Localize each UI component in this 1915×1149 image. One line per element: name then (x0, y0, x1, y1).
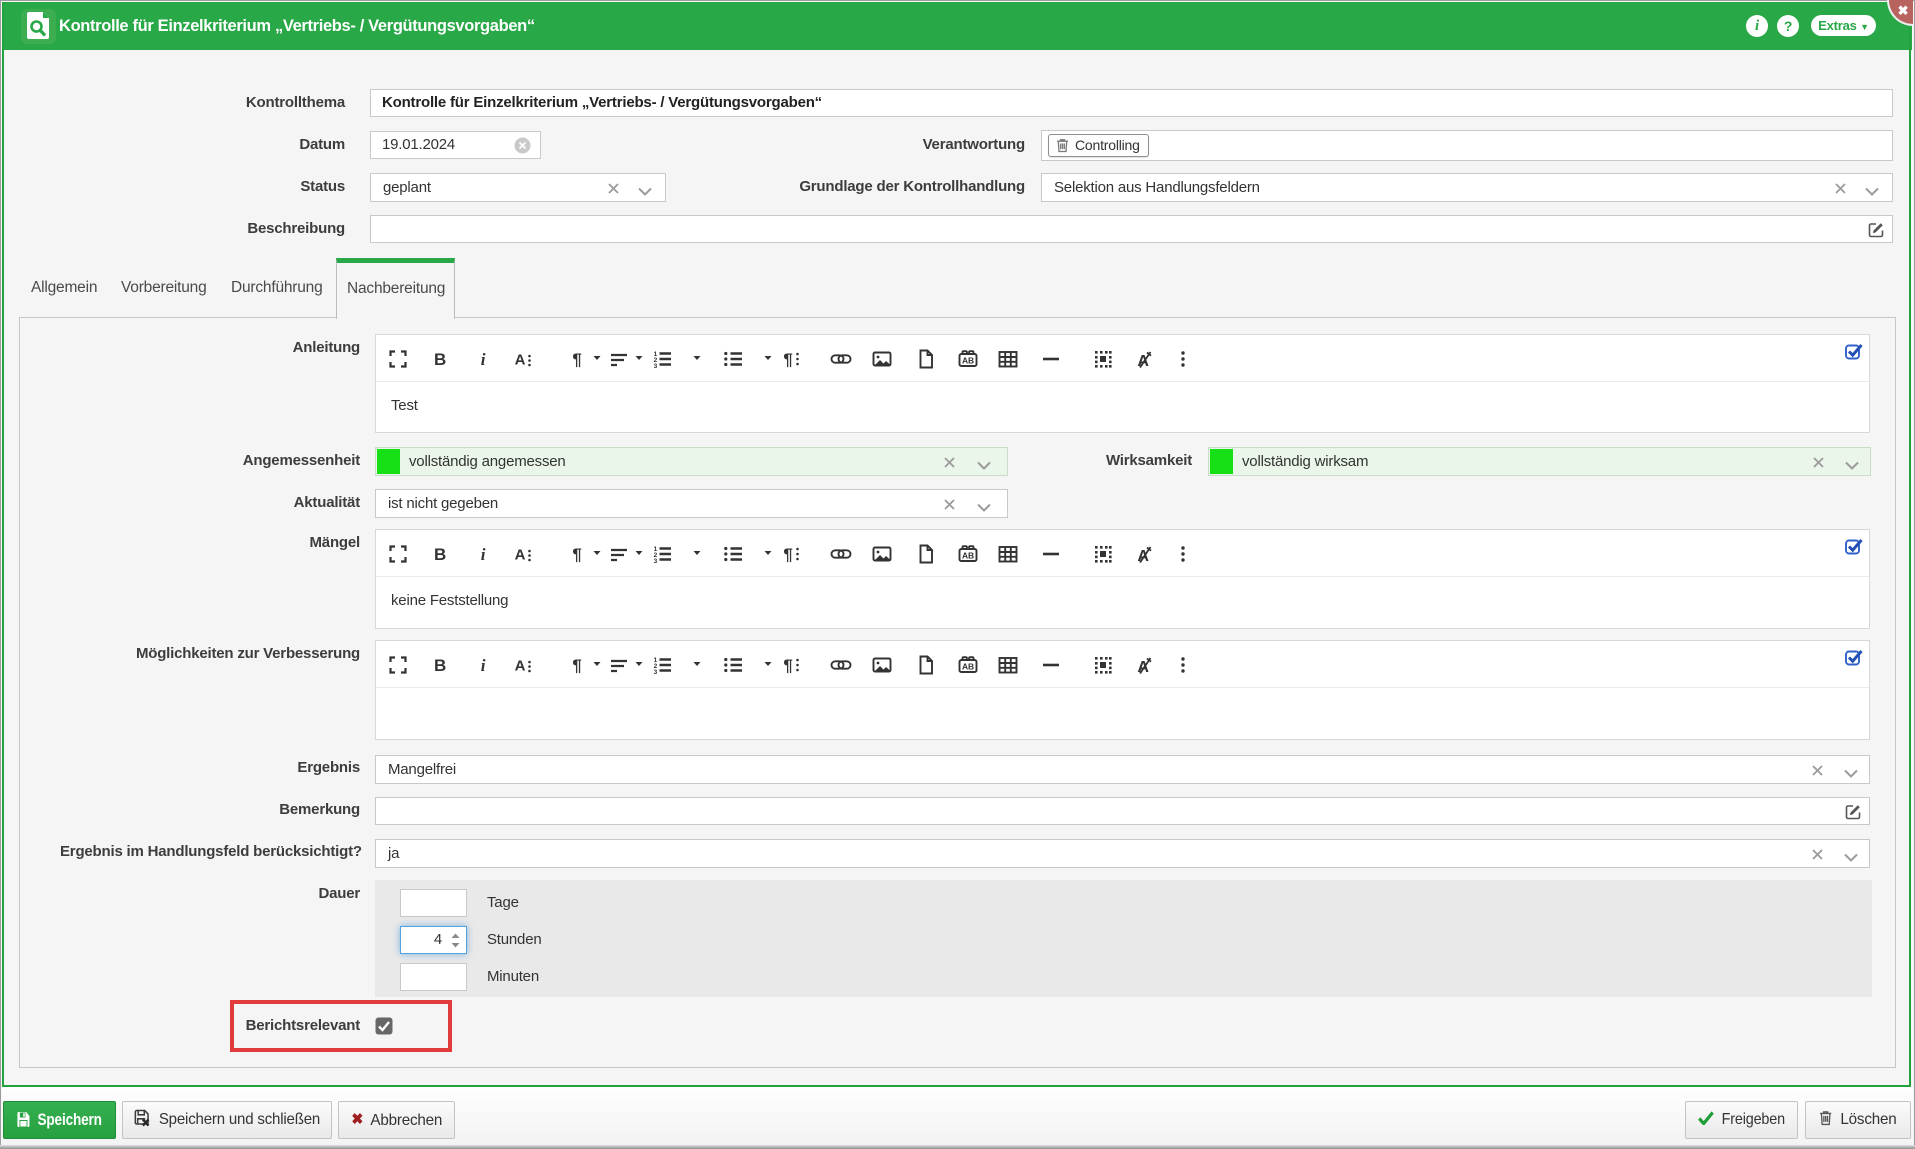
svg-text:AB: AB (962, 356, 974, 366)
svg-text:¶: ¶ (572, 545, 581, 564)
svg-text:i: i (481, 656, 486, 675)
svg-text:AB: AB (962, 551, 974, 561)
svg-text:A: A (515, 352, 526, 369)
svg-text:3: 3 (654, 669, 658, 676)
svg-text:i: i (481, 545, 486, 564)
svg-text:B: B (434, 350, 446, 369)
svg-text:A: A (515, 658, 526, 675)
svg-text:3: 3 (654, 558, 658, 565)
svg-text:¶: ¶ (783, 545, 792, 564)
svg-text:AB: AB (962, 662, 974, 672)
svg-text:A: A (515, 547, 526, 564)
svg-text:¶: ¶ (572, 656, 581, 675)
svg-text:i: i (481, 350, 486, 369)
svg-text:¶: ¶ (572, 350, 581, 369)
svg-text:¶: ¶ (783, 350, 792, 369)
svg-text:3: 3 (654, 363, 658, 370)
svg-text:B: B (434, 656, 446, 675)
svg-text:¶: ¶ (783, 656, 792, 675)
svg-text:B: B (434, 545, 446, 564)
